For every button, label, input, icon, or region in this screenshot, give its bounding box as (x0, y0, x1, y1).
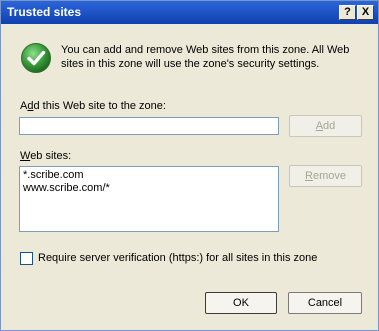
remove-button-label: Remove (305, 170, 346, 182)
web-sites-label-accel: W (20, 150, 31, 162)
add-site-label-rest: d this Web site to the zone: (33, 100, 166, 112)
add-button[interactable]: Add (289, 115, 362, 137)
info-text: You can add and remove Web sites from th… (61, 44, 350, 70)
web-sites-label: Web sites: (20, 150, 71, 162)
web-sites-list[interactable]: *.scribe.com www.scribe.com/* (19, 166, 279, 232)
remove-button-rest: emove (312, 170, 346, 182)
web-sites-label-rest: eb sites: (30, 150, 72, 162)
list-item[interactable]: www.scribe.com/* (23, 182, 275, 195)
cancel-button-label: Cancel (307, 297, 343, 309)
ok-button-label: OK (233, 297, 249, 309)
cancel-button[interactable]: Cancel (288, 292, 362, 314)
add-button-rest: dd (323, 120, 336, 132)
add-site-label: Add this Web site to the zone: (20, 100, 166, 112)
close-button[interactable]: X (357, 5, 374, 20)
add-site-field[interactable] (19, 117, 279, 135)
remove-button[interactable]: Remove (289, 165, 362, 187)
close-icon: X (361, 6, 370, 18)
add-button-label: Add (316, 120, 336, 132)
help-button[interactable]: ? (339, 5, 356, 20)
add-site-input[interactable] (20, 118, 278, 134)
require-verification-checkbox[interactable] (20, 252, 33, 265)
trusted-sites-dialog: Trusted sites ? X You can add and remove… (0, 0, 379, 331)
dialog-title: Trusted sites (7, 5, 82, 19)
remove-button-accel: R (305, 170, 313, 182)
green-check-icon (21, 43, 51, 73)
help-icon: ? (344, 6, 351, 18)
title-bar[interactable]: Trusted sites ? X (1, 1, 378, 24)
ok-button[interactable]: OK (205, 292, 277, 314)
add-button-accel: A (315, 120, 324, 132)
require-verification-label[interactable]: Require server verification (https:) for… (38, 252, 317, 264)
list-item[interactable]: *.scribe.com (23, 169, 275, 182)
